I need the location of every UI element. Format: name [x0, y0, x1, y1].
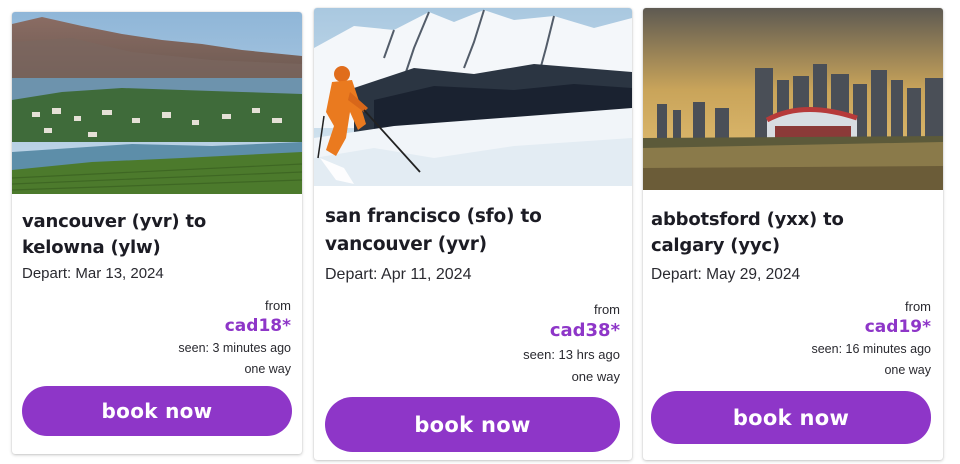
destination-line: kelowna (ylw) — [22, 237, 161, 258]
from-label: from — [265, 298, 291, 313]
origin-line: san francisco (sfo) to — [325, 206, 542, 227]
deal-card[interactable]: vancouver (yvr) to kelowna (ylw) Depart:… — [12, 12, 302, 454]
trip-type: one way — [244, 362, 291, 376]
depart-date: Depart: May 29, 2024 — [651, 266, 801, 283]
book-now-button[interactable]: book now — [22, 386, 292, 436]
seen-timestamp: seen: 13 hrs ago — [523, 347, 620, 362]
destination-line: vancouver (yvr) — [325, 234, 487, 255]
depart-date: Depart: Mar 13, 2024 — [22, 265, 164, 282]
price-block: from cad38* seen: 13 hrs ago one way — [523, 301, 620, 388]
route-title: abbotsford (yxx) to calgary (yyc) — [651, 207, 933, 259]
route-title: san francisco (sfo) to vancouver (yvr) — [325, 203, 622, 259]
origin-line: abbotsford (yxx) to — [651, 209, 844, 230]
seen-timestamp: seen: 3 minutes ago — [178, 341, 291, 355]
book-now-button[interactable]: book now — [325, 397, 620, 452]
trip-type: one way — [884, 363, 931, 377]
lake-vineyard-photo — [12, 12, 302, 194]
price-block: from cad18* seen: 3 minutes ago one way — [178, 297, 291, 380]
deal-card[interactable]: abbotsford (yxx) to calgary (yyc) Depart… — [643, 8, 943, 460]
price: cad19* — [864, 317, 931, 337]
from-label: from — [905, 299, 931, 314]
seen-timestamp: seen: 16 minutes ago — [811, 342, 931, 356]
skier-mountain-photo — [314, 8, 632, 186]
price: cad38* — [549, 320, 620, 341]
city-skyline-photo — [643, 8, 943, 190]
price-block: from cad19* seen: 16 minutes ago one way — [811, 298, 931, 381]
trip-type: one way — [571, 369, 620, 384]
origin-line: vancouver (yvr) to — [22, 211, 207, 232]
price: cad18* — [224, 316, 291, 336]
from-label: from — [594, 302, 620, 317]
depart-date: Depart: Apr 11, 2024 — [325, 266, 472, 283]
route-title: vancouver (yvr) to kelowna (ylw) — [22, 209, 292, 261]
deal-card[interactable]: san francisco (sfo) to vancouver (yvr) D… — [314, 8, 632, 460]
destination-line: calgary (yyc) — [651, 235, 780, 256]
book-now-button[interactable]: book now — [651, 391, 931, 444]
